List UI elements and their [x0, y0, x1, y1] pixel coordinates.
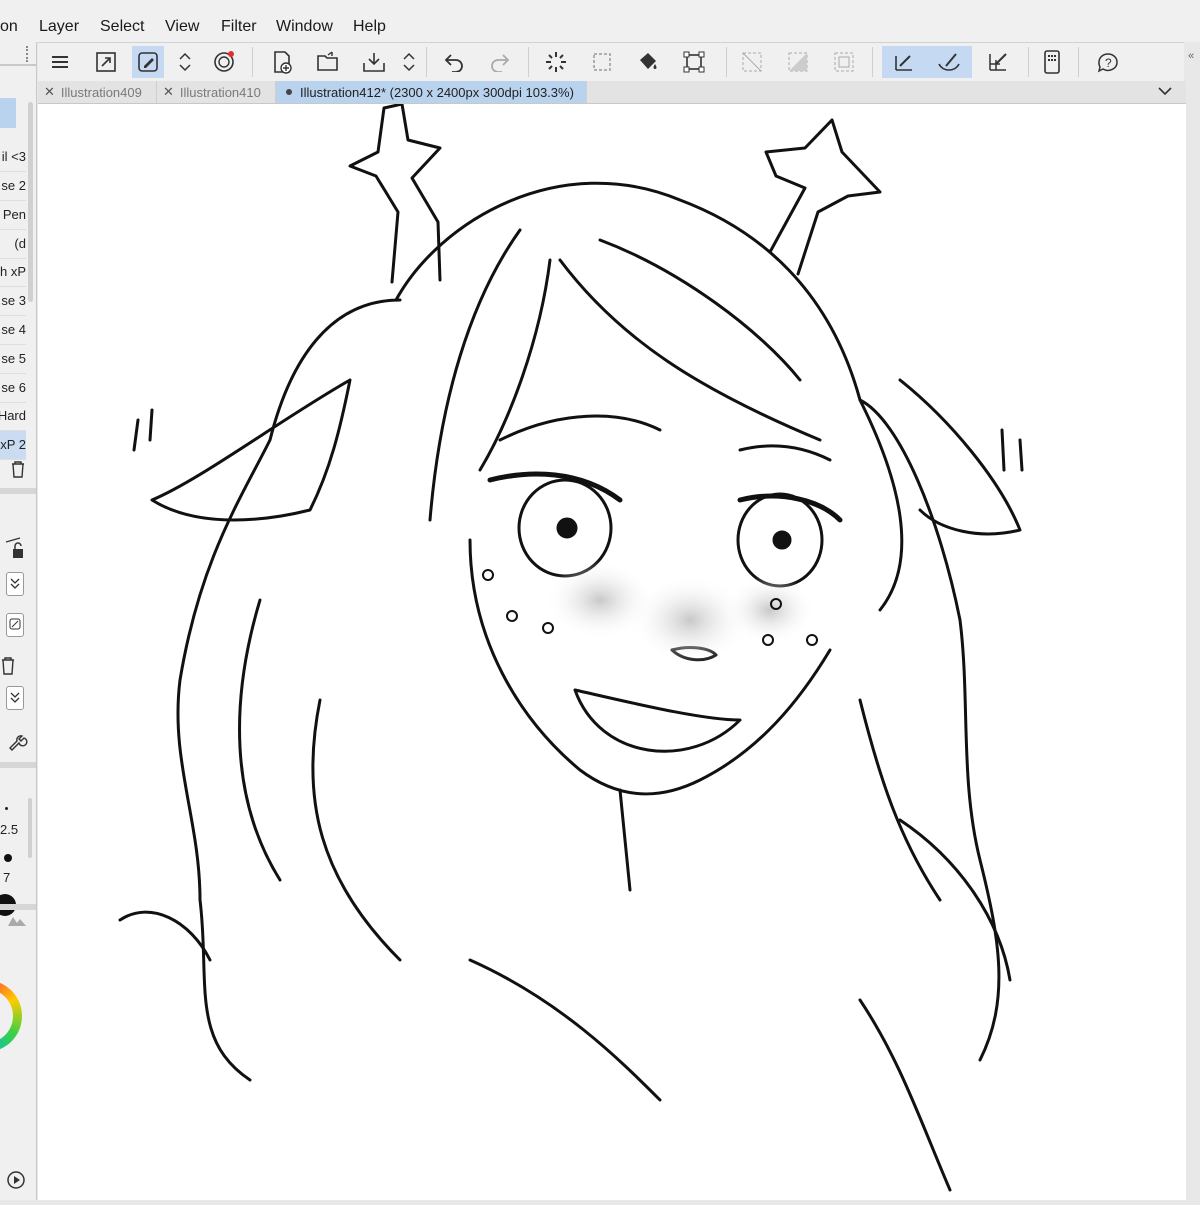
wrench-icon[interactable] [8, 734, 28, 759]
menu-window[interactable]: Window [276, 18, 333, 36]
color-wheel[interactable] [0, 980, 22, 1052]
document-tab-bar: ✕ Illustration409 ✕ Illustration410 Illu… [38, 81, 1186, 104]
expand-down-icon-2[interactable] [6, 686, 24, 710]
ruler-snap-icon[interactable] [882, 46, 926, 78]
selection-icon[interactable] [586, 46, 618, 78]
menu-help[interactable]: Help [353, 18, 386, 36]
sketch-artwork [118, 102, 1024, 1192]
clear-selection-icon[interactable] [736, 46, 768, 78]
expand-icon[interactable] [90, 46, 122, 78]
scrollbar[interactable] [28, 102, 33, 302]
brush-item[interactable]: Hard [0, 402, 26, 431]
brush-size-dot[interactable] [4, 854, 12, 862]
brush-item[interactable]: se 2 [0, 172, 26, 201]
brush-item[interactable]: se 6 [0, 374, 26, 403]
grid-snap-icon[interactable] [982, 46, 1014, 78]
tab-label: Illustration412* (2300 x 2400px 300dpi 1… [300, 84, 574, 100]
right-panel-edge: « [1186, 42, 1200, 1200]
undo-icon[interactable] [438, 46, 470, 78]
tab-label: Illustration409 [60, 84, 142, 100]
close-icon[interactable]: ✕ [163, 84, 174, 100]
companion-icon[interactable] [1036, 46, 1068, 78]
help-icon[interactable]: ? [1092, 46, 1124, 78]
brush-item[interactable]: se 5 [0, 345, 26, 374]
svg-text:?: ? [1105, 56, 1112, 70]
brush-item-selected[interactable]: xP 2 [0, 431, 26, 460]
menu-icon[interactable] [44, 46, 76, 78]
tab-illustration410[interactable]: ✕ Illustration410 [157, 81, 276, 103]
border-selection-icon[interactable] [828, 46, 860, 78]
collapse-panel-icon[interactable]: « [1188, 50, 1194, 62]
tab-label: Illustration410 [179, 84, 261, 100]
left-panel: il <3 se 2 Pen d) h xP se 3 se 4 se 5 se… [0, 42, 37, 1200]
spiral-icon[interactable] [208, 46, 240, 78]
brush-item[interactable]: se 3 [0, 287, 26, 316]
brush-item[interactable]: d) [0, 230, 26, 259]
color-wheel-mode-icon[interactable] [6, 914, 28, 933]
menu-filter[interactable]: Filter [221, 18, 257, 36]
loading-icon[interactable] [540, 46, 572, 78]
menu-view[interactable]: View [165, 18, 199, 36]
toggle-icon[interactable] [6, 613, 24, 637]
brush-size-value[interactable]: 2.5 [0, 822, 18, 837]
transform-icon[interactable] [678, 46, 710, 78]
scrollbar[interactable] [28, 798, 32, 858]
edit-pen-icon[interactable] [132, 46, 164, 78]
brush-item[interactable]: se 4 [0, 316, 26, 345]
brush-item-selected-top[interactable] [0, 98, 16, 128]
panel-grip-icon[interactable] [26, 46, 36, 62]
brush-size-value[interactable]: 7 [3, 870, 10, 885]
menu-select[interactable]: Select [100, 18, 144, 36]
tab-illustration409[interactable]: ✕ Illustration409 [38, 81, 157, 103]
open-folder-icon[interactable] [312, 46, 344, 78]
brush-item[interactable]: Pen [0, 201, 26, 230]
drawing-canvas[interactable] [38, 102, 1186, 1200]
unsaved-dot-icon [286, 89, 292, 95]
save-icon[interactable] [358, 46, 390, 78]
close-icon[interactable]: ✕ [44, 84, 55, 100]
brush-item[interactable]: il <3 [0, 143, 26, 172]
command-bar: ? [38, 42, 1184, 82]
expand-down-icon[interactable] [6, 572, 24, 596]
invert-selection-icon[interactable] [782, 46, 814, 78]
trash-icon-2[interactable] [0, 656, 16, 681]
updown-icon[interactable] [172, 46, 198, 78]
chevron-down-icon[interactable] [1158, 84, 1172, 98]
menu-bar: on Layer Select View Filter Window Help [0, 0, 1200, 42]
brush-size-dot[interactable] [5, 807, 8, 810]
redo-icon[interactable] [484, 46, 516, 78]
lock-brush-icon[interactable] [4, 536, 26, 567]
special-ruler-snap-icon[interactable] [926, 46, 972, 78]
brush-item[interactable]: h xP [0, 258, 26, 287]
menu-layer[interactable]: Layer [39, 18, 79, 36]
tab-illustration412[interactable]: Illustration412* (2300 x 2400px 300dpi 1… [276, 81, 587, 103]
play-icon[interactable] [6, 1170, 26, 1195]
new-file-icon[interactable] [266, 46, 298, 78]
fill-icon[interactable] [632, 46, 664, 78]
trash-icon[interactable] [10, 460, 26, 483]
updown-icon-2[interactable] [396, 46, 422, 78]
menu-illustration[interactable]: on [0, 18, 18, 36]
